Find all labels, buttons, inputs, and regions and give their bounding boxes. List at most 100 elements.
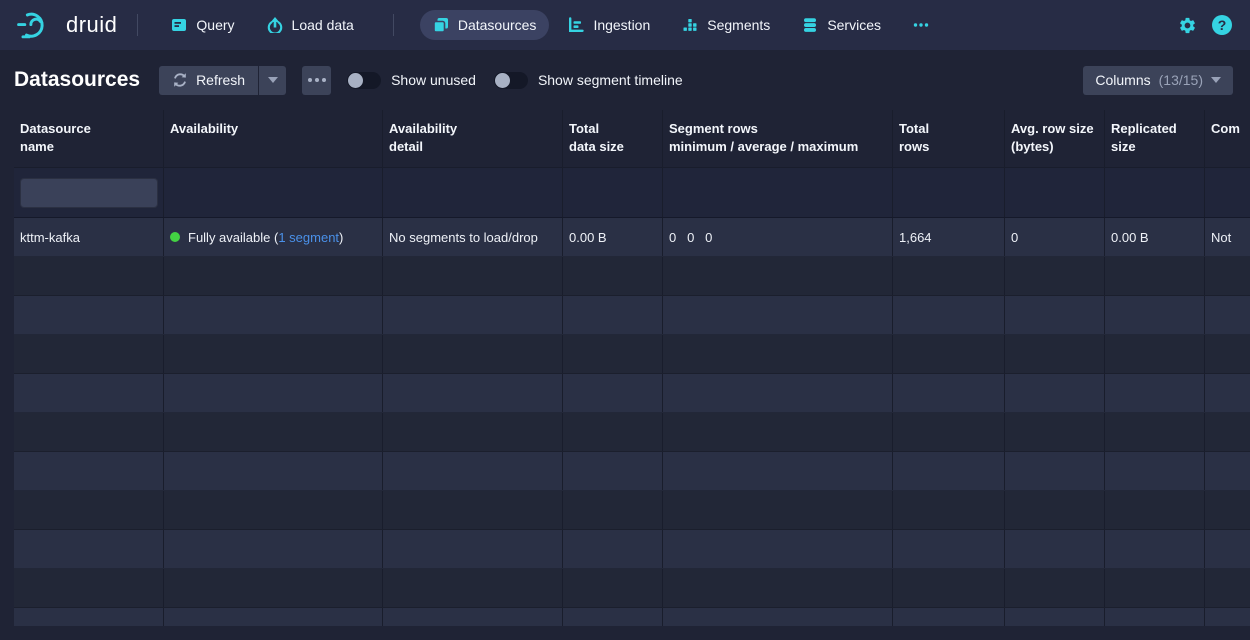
- table-cell: [893, 530, 1005, 568]
- table-row: [14, 257, 1250, 296]
- refresh-icon: [172, 72, 188, 88]
- availability-text: ): [339, 230, 343, 245]
- table-cell: [1205, 257, 1250, 295]
- show-segment-timeline-toggle[interactable]: [494, 72, 528, 89]
- column-header-replicated-size[interactable]: Replicated size: [1105, 110, 1205, 167]
- table-cell: [164, 413, 383, 451]
- table-filter-row: [14, 168, 1250, 218]
- column-header-avg-row-size[interactable]: Avg. row size (bytes): [1005, 110, 1105, 167]
- cell-total-data-size: 0.00 B: [563, 218, 663, 256]
- nav-item-datasources[interactable]: Datasources: [420, 10, 550, 40]
- column-header-availability-detail[interactable]: Availability detail: [383, 110, 563, 167]
- refresh-dropdown-button[interactable]: [259, 66, 286, 95]
- nav-divider: [137, 14, 138, 36]
- page-title: Datasources: [14, 68, 140, 92]
- datasources-icon: [433, 17, 449, 33]
- table-cell: [663, 168, 893, 217]
- refresh-label: Refresh: [196, 72, 245, 88]
- nav-item-query[interactable]: Query: [158, 10, 247, 40]
- table-cell: [563, 452, 663, 490]
- column-header-total-rows[interactable]: Total rows: [893, 110, 1005, 167]
- table-cell: [1205, 491, 1250, 529]
- cell-availability-detail: No segments to load/drop: [383, 218, 563, 256]
- gear-icon[interactable]: [1178, 16, 1197, 35]
- services-database-icon: [802, 17, 818, 33]
- more-actions-button[interactable]: [302, 66, 331, 95]
- nav-item-label: Segments: [707, 17, 770, 33]
- table-row: [14, 296, 1250, 335]
- table-cell: [563, 413, 663, 451]
- table-cell: [1205, 569, 1250, 607]
- table-cell: [1205, 374, 1250, 412]
- druid-logo[interactable]: druid: [16, 9, 117, 41]
- table-row: [14, 452, 1250, 491]
- table-cell: [164, 296, 383, 334]
- table-cell: [1005, 335, 1105, 373]
- chevron-down-icon: [268, 77, 278, 83]
- column-header-compaction[interactable]: Com: [1205, 110, 1250, 167]
- table-cell: [14, 413, 164, 451]
- show-segment-timeline-label: Show segment timeline: [538, 72, 683, 88]
- nav-item-label: Datasources: [458, 17, 537, 33]
- brand-name: druid: [66, 12, 117, 38]
- table-cell: [1105, 374, 1205, 412]
- nav-item-services[interactable]: Services: [789, 10, 894, 40]
- cell-replicated-size: 0.00 B: [1105, 218, 1205, 256]
- nav-item-segments[interactable]: Segments: [669, 10, 783, 40]
- table-cell: [893, 374, 1005, 412]
- columns-count: (13/15): [1159, 72, 1203, 88]
- table-cell: [383, 452, 563, 490]
- table-body: kttm-kafka Fully available (1 segment) N…: [14, 218, 1250, 626]
- table-cell: [14, 335, 164, 373]
- table-cell: [164, 452, 383, 490]
- table-cell: [164, 374, 383, 412]
- table-cell: [1005, 257, 1105, 295]
- table-cell: [383, 374, 563, 412]
- nav-item-ingestion[interactable]: Ingestion: [555, 10, 663, 40]
- column-header-total-data-size[interactable]: Total data size: [563, 110, 663, 167]
- table-cell: [1205, 608, 1250, 626]
- table-cell: [14, 530, 164, 568]
- table-cell: [14, 296, 164, 334]
- table-cell: [663, 296, 893, 334]
- chevron-down-icon: [1211, 77, 1221, 83]
- table-cell: [1105, 452, 1205, 490]
- table-row: [14, 569, 1250, 608]
- table-cell: [893, 296, 1005, 334]
- datasources-table: Datasource name Availability Availabilit…: [14, 110, 1250, 626]
- nav-item-load-data[interactable]: Load data: [254, 10, 367, 40]
- query-icon: [171, 17, 187, 33]
- nav-item-more[interactable]: [900, 10, 942, 40]
- table-header-row: Datasource name Availability Availabilit…: [14, 110, 1250, 168]
- column-header-availability[interactable]: Availability: [164, 110, 383, 167]
- table-cell: [563, 257, 663, 295]
- table-cell: [164, 491, 383, 529]
- table-cell: [1205, 168, 1250, 217]
- table-cell: [663, 491, 893, 529]
- show-unused-toggle[interactable]: [347, 72, 381, 89]
- column-header-segment-rows[interactable]: Segment rows minimum / average / maximum: [663, 110, 893, 167]
- table-cell: [1105, 257, 1205, 295]
- table-cell: [383, 335, 563, 373]
- cell-availability: Fully available (1 segment): [164, 218, 383, 256]
- table-cell: [1105, 413, 1205, 451]
- column-header-datasource-name[interactable]: Datasource name: [14, 110, 164, 167]
- refresh-button[interactable]: Refresh: [159, 66, 258, 95]
- table-cell: [1005, 168, 1105, 217]
- help-icon[interactable]: ?: [1212, 15, 1232, 35]
- segment-count-link[interactable]: 1 segment: [278, 230, 339, 245]
- druid-logo-icon: [16, 9, 58, 41]
- table-row[interactable]: kttm-kafka Fully available (1 segment) N…: [14, 218, 1250, 257]
- nav-item-label: Ingestion: [593, 17, 650, 33]
- table-cell: [14, 569, 164, 607]
- table-cell: [164, 257, 383, 295]
- table-cell: [164, 168, 383, 217]
- table-cell: [1005, 530, 1105, 568]
- table-cell: [893, 413, 1005, 451]
- datasource-filter-input[interactable]: [20, 178, 158, 208]
- columns-button[interactable]: Columns (13/15): [1083, 66, 1233, 95]
- nav-item-label: Query: [196, 17, 234, 33]
- table-row: [14, 491, 1250, 530]
- table-cell: [563, 608, 663, 626]
- table-cell: [1205, 296, 1250, 334]
